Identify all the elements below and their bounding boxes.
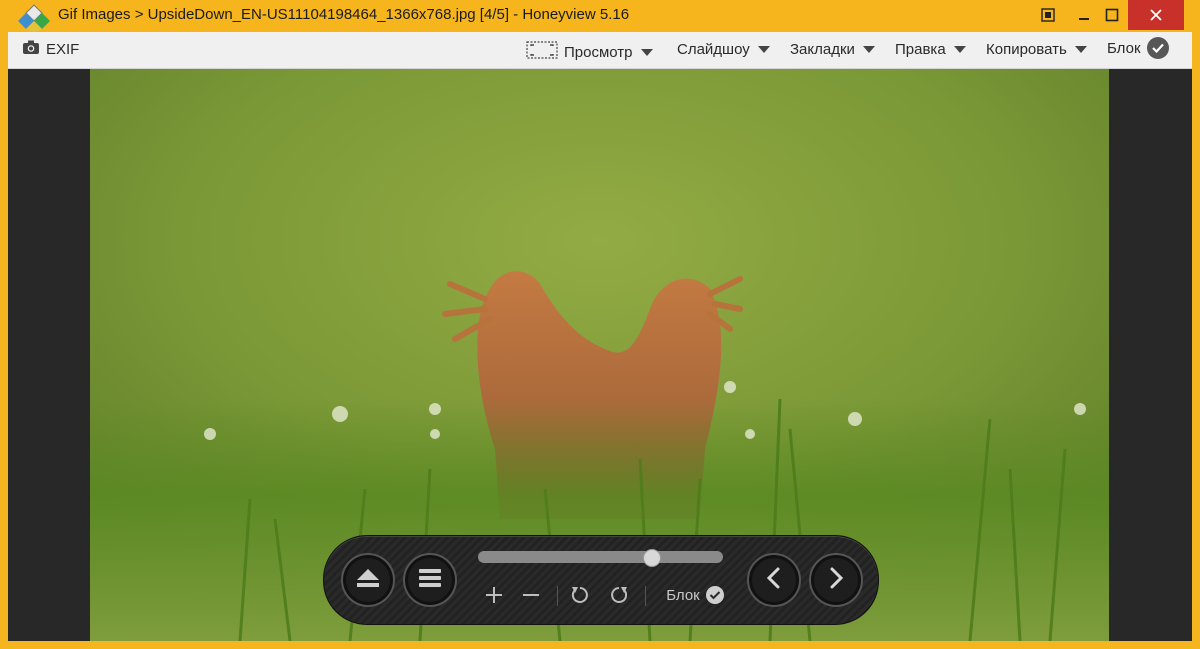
previous-image-button[interactable]: [747, 553, 801, 607]
check-icon: [1146, 37, 1169, 59]
exif-label: EXIF: [46, 40, 80, 58]
fit-screen-icon: [526, 41, 558, 63]
honeyview-logo-icon: [18, 4, 50, 32]
menu-button[interactable]: [403, 553, 457, 607]
chevron-down-icon: [757, 46, 770, 53]
next-image-button[interactable]: [809, 553, 863, 607]
fullscreen-icon[interactable]: [1028, 0, 1068, 30]
block-button[interactable]: Блок: [1107, 37, 1169, 59]
check-icon: [705, 586, 724, 604]
chevron-down-icon: [953, 46, 966, 53]
divider: [557, 586, 558, 606]
rotate-left-icon[interactable]: [568, 583, 592, 607]
close-button[interactable]: [1128, 0, 1184, 30]
menu-slideshow-label: Слайдшоу: [677, 41, 750, 58]
menu-bookmarks[interactable]: Закладки: [790, 41, 875, 58]
chevron-down-icon: [862, 46, 875, 53]
menu-icon: [418, 567, 442, 594]
eject-icon: [356, 567, 380, 594]
camera-icon: [22, 39, 40, 59]
eject-button[interactable]: [341, 553, 395, 607]
menu-copy-label: Копировать: [986, 41, 1067, 58]
block-label: Блок: [1107, 39, 1141, 57]
rotate-right-icon[interactable]: [607, 583, 631, 607]
block-toggle[interactable]: Блок: [664, 583, 726, 607]
image-progress-slider[interactable]: [478, 549, 723, 567]
menu-copy[interactable]: Копировать: [986, 41, 1087, 58]
chevron-down-icon: [1074, 46, 1087, 53]
menu-edit[interactable]: Правка: [895, 41, 966, 58]
zoom-in-icon[interactable]: [482, 583, 506, 607]
menu-slideshow[interactable]: Слайдшоу: [677, 41, 770, 58]
block-toggle-label: Блок: [666, 586, 700, 604]
divider: [645, 586, 646, 606]
menu-bookmarks-label: Закладки: [790, 41, 855, 58]
app-window: Gif Images > UpsideDown_EN-US11104198464…: [0, 0, 1200, 649]
toolbar: EXIF Просмотр Слайдшоу Закладки Правка К…: [8, 32, 1192, 69]
maximize-button[interactable]: [1092, 0, 1132, 30]
exif-button[interactable]: EXIF: [22, 39, 79, 59]
window-title: Gif Images > UpsideDown_EN-US11104198464…: [58, 6, 630, 23]
menu-view-label: Просмотр: [564, 43, 633, 61]
title-bar[interactable]: Gif Images > UpsideDown_EN-US11104198464…: [0, 0, 1200, 32]
chevron-down-icon: [640, 48, 653, 56]
next-icon: [826, 567, 846, 594]
zoom-out-icon[interactable]: [519, 583, 543, 607]
menu-view[interactable]: Просмотр: [526, 41, 653, 63]
prev-icon: [764, 567, 784, 594]
menu-edit-label: Правка: [895, 41, 946, 58]
navigation-control-panel: Блок: [323, 535, 879, 625]
slider-thumb[interactable]: [643, 549, 661, 567]
